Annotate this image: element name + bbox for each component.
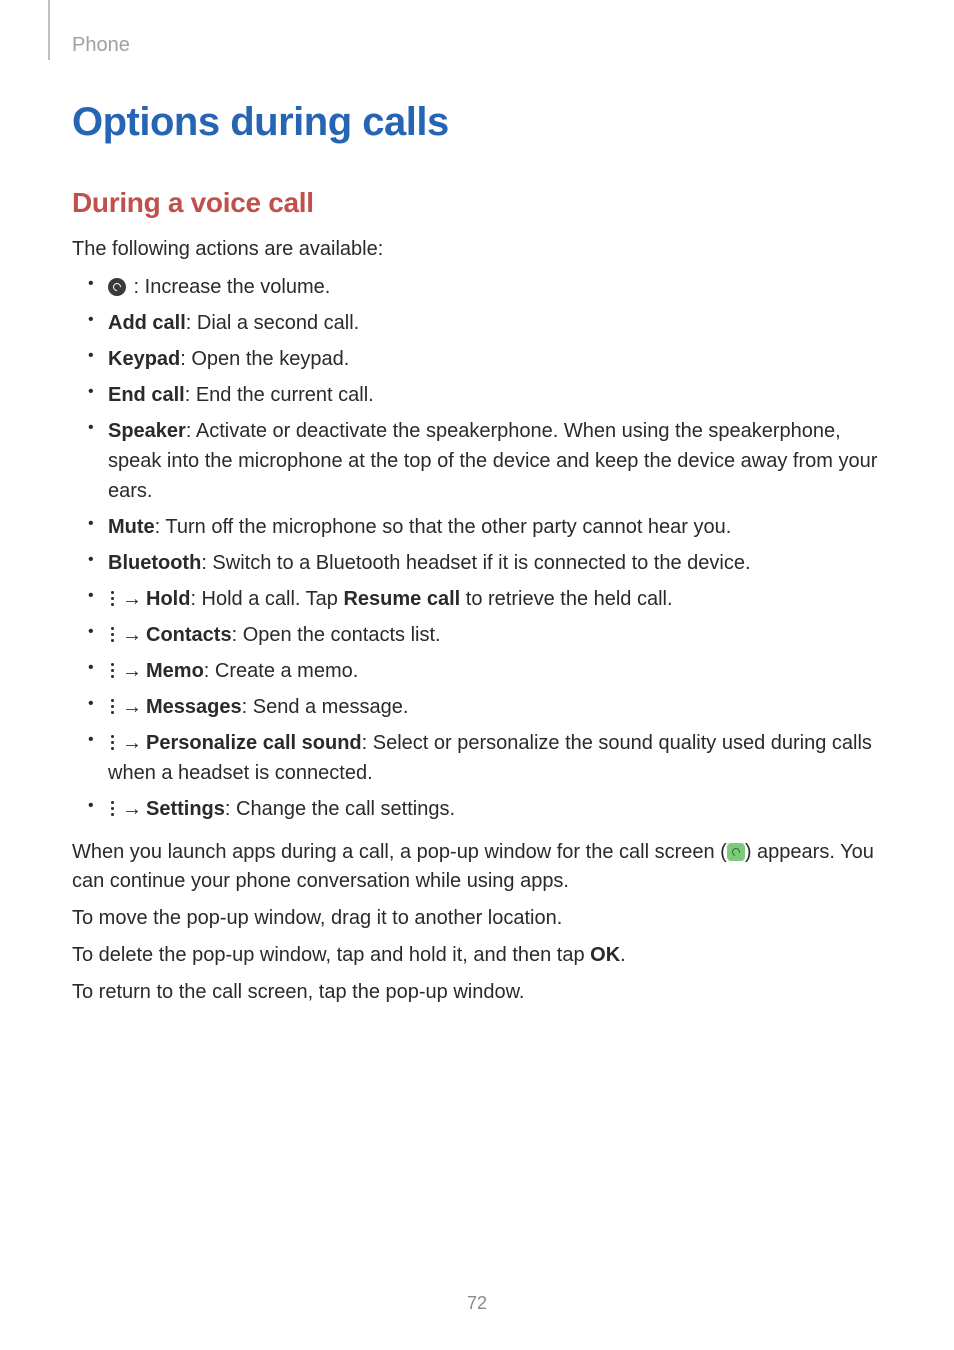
actions-list: : Increase the volume. Add call: Dial a … bbox=[72, 272, 882, 824]
item-label: Messages bbox=[146, 696, 242, 718]
item-desc: : End the current call. bbox=[185, 384, 374, 406]
footer-p3: To delete the pop-up window, tap and hol… bbox=[72, 941, 882, 970]
item-label: Add call bbox=[108, 312, 186, 334]
arrow-icon: → bbox=[120, 728, 146, 758]
popup-icon bbox=[727, 843, 745, 861]
footer-p3b: . bbox=[620, 944, 626, 966]
footer-p2: To move the pop-up window, drag it to an… bbox=[72, 904, 882, 933]
item-desc: : Send a message. bbox=[242, 696, 409, 718]
list-item-contacts: →Contacts: Open the contacts list. bbox=[72, 620, 882, 650]
item-desc: : Turn off the microphone so that the ot… bbox=[155, 516, 732, 538]
item-label: Bluetooth bbox=[108, 552, 201, 574]
item-label: Personalize call sound bbox=[146, 732, 362, 754]
arrow-icon: → bbox=[120, 584, 146, 614]
item-label: Mute bbox=[108, 516, 155, 538]
item-desc: : Activate or deactivate the speakerphon… bbox=[108, 420, 877, 502]
list-item-bluetooth: Bluetooth: Switch to a Bluetooth headset… bbox=[72, 548, 882, 578]
arrow-icon: → bbox=[120, 656, 146, 686]
item-label: Speaker bbox=[108, 420, 186, 442]
list-item-speaker: Speaker: Activate or deactivate the spea… bbox=[72, 416, 882, 506]
arrow-icon: → bbox=[120, 794, 146, 824]
item-desc-b: to retrieve the held call. bbox=[460, 588, 672, 610]
item-label: Keypad bbox=[108, 348, 180, 370]
page-content: Options during calls During a voice call… bbox=[72, 100, 882, 1015]
footer-p1: When you launch apps during a call, a po… bbox=[72, 838, 882, 896]
section-subtitle: During a voice call bbox=[72, 187, 882, 219]
item-desc: : Create a memo. bbox=[204, 660, 359, 682]
list-item-addcall: Add call: Dial a second call. bbox=[72, 308, 882, 338]
list-item-endcall: End call: End the current call. bbox=[72, 380, 882, 410]
item-desc: : Open the keypad. bbox=[180, 348, 349, 370]
list-item-messages: →Messages: Send a message. bbox=[72, 692, 882, 722]
list-item-mute: Mute: Turn off the microphone so that th… bbox=[72, 512, 882, 542]
volume-icon bbox=[108, 278, 126, 296]
list-item-keypad: Keypad: Open the keypad. bbox=[72, 344, 882, 374]
item-desc: : Change the call settings. bbox=[225, 798, 455, 820]
arrow-icon: → bbox=[120, 692, 146, 722]
list-item-volume: : Increase the volume. bbox=[72, 272, 882, 302]
list-item-settings: →Settings: Change the call settings. bbox=[72, 794, 882, 824]
more-icon bbox=[108, 590, 118, 608]
list-item-personalize: →Personalize call sound: Select or perso… bbox=[72, 728, 882, 788]
more-icon bbox=[108, 800, 118, 818]
list-item-hold: →Hold: Hold a call. Tap Resume call to r… bbox=[72, 584, 882, 614]
item-desc: : Hold a call. Tap bbox=[190, 588, 343, 610]
more-icon bbox=[108, 698, 118, 716]
item-label: End call bbox=[108, 384, 185, 406]
header-rule bbox=[48, 0, 50, 60]
item-label: Settings bbox=[146, 798, 225, 820]
resume-label: Resume call bbox=[343, 588, 460, 610]
item-label: Hold bbox=[146, 588, 190, 610]
footer-p4: To return to the call screen, tap the po… bbox=[72, 978, 882, 1007]
arrow-icon: → bbox=[120, 620, 146, 650]
section-header: Phone bbox=[72, 34, 130, 57]
item-label: Contacts bbox=[146, 624, 232, 646]
item-label: Memo bbox=[146, 660, 204, 682]
footer-p1a: When you launch apps during a call, a po… bbox=[72, 841, 727, 863]
ok-label: OK bbox=[590, 944, 620, 966]
more-icon bbox=[108, 662, 118, 680]
more-icon bbox=[108, 734, 118, 752]
footer-p3a: To delete the pop-up window, tap and hol… bbox=[72, 944, 590, 966]
page-title: Options during calls bbox=[72, 100, 882, 145]
page-number: 72 bbox=[0, 1293, 954, 1314]
intro-text: The following actions are available: bbox=[72, 235, 882, 264]
list-item-memo: →Memo: Create a memo. bbox=[72, 656, 882, 686]
item-desc: : Switch to a Bluetooth headset if it is… bbox=[201, 552, 750, 574]
item-desc: : Increase the volume. bbox=[128, 276, 330, 298]
item-desc: : Dial a second call. bbox=[186, 312, 359, 334]
item-desc: : Open the contacts list. bbox=[232, 624, 441, 646]
more-icon bbox=[108, 626, 118, 644]
